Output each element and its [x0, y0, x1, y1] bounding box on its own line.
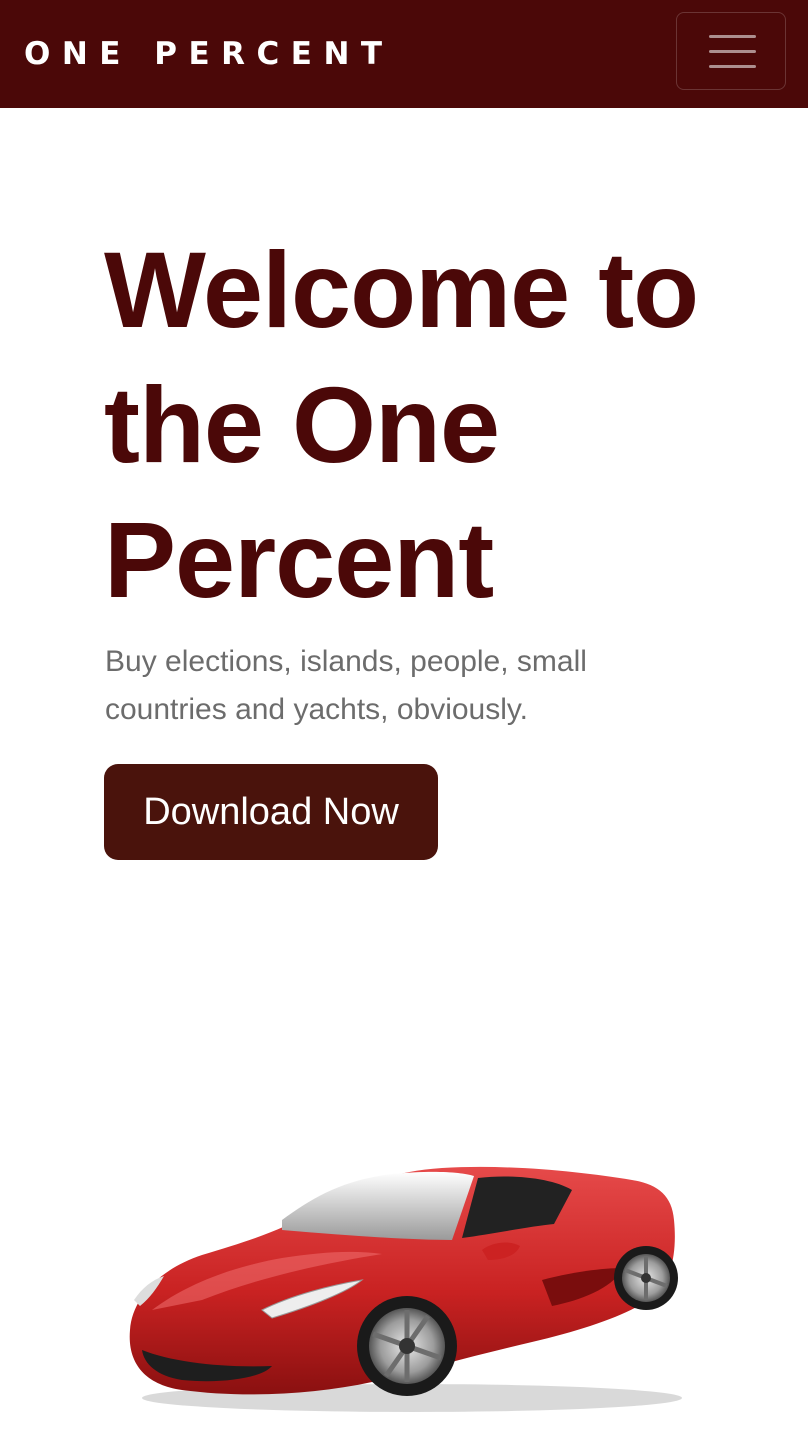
red-sports-car-image	[129, 1166, 682, 1412]
menu-toggle-button[interactable]	[676, 12, 786, 90]
hamburger-menu-icon	[709, 65, 756, 68]
hamburger-menu-icon	[709, 35, 756, 38]
download-now-button[interactable]: Download Now	[104, 764, 438, 860]
hero-title: Welcome to the One Percent	[104, 229, 699, 620]
brand-logo[interactable]: ONE PERCENT	[24, 34, 394, 74]
hero-subtitle: Buy elections, islands, people, small co…	[105, 645, 587, 726]
hamburger-menu-icon	[709, 50, 756, 53]
navbar: ONE PERCENT	[0, 0, 808, 108]
